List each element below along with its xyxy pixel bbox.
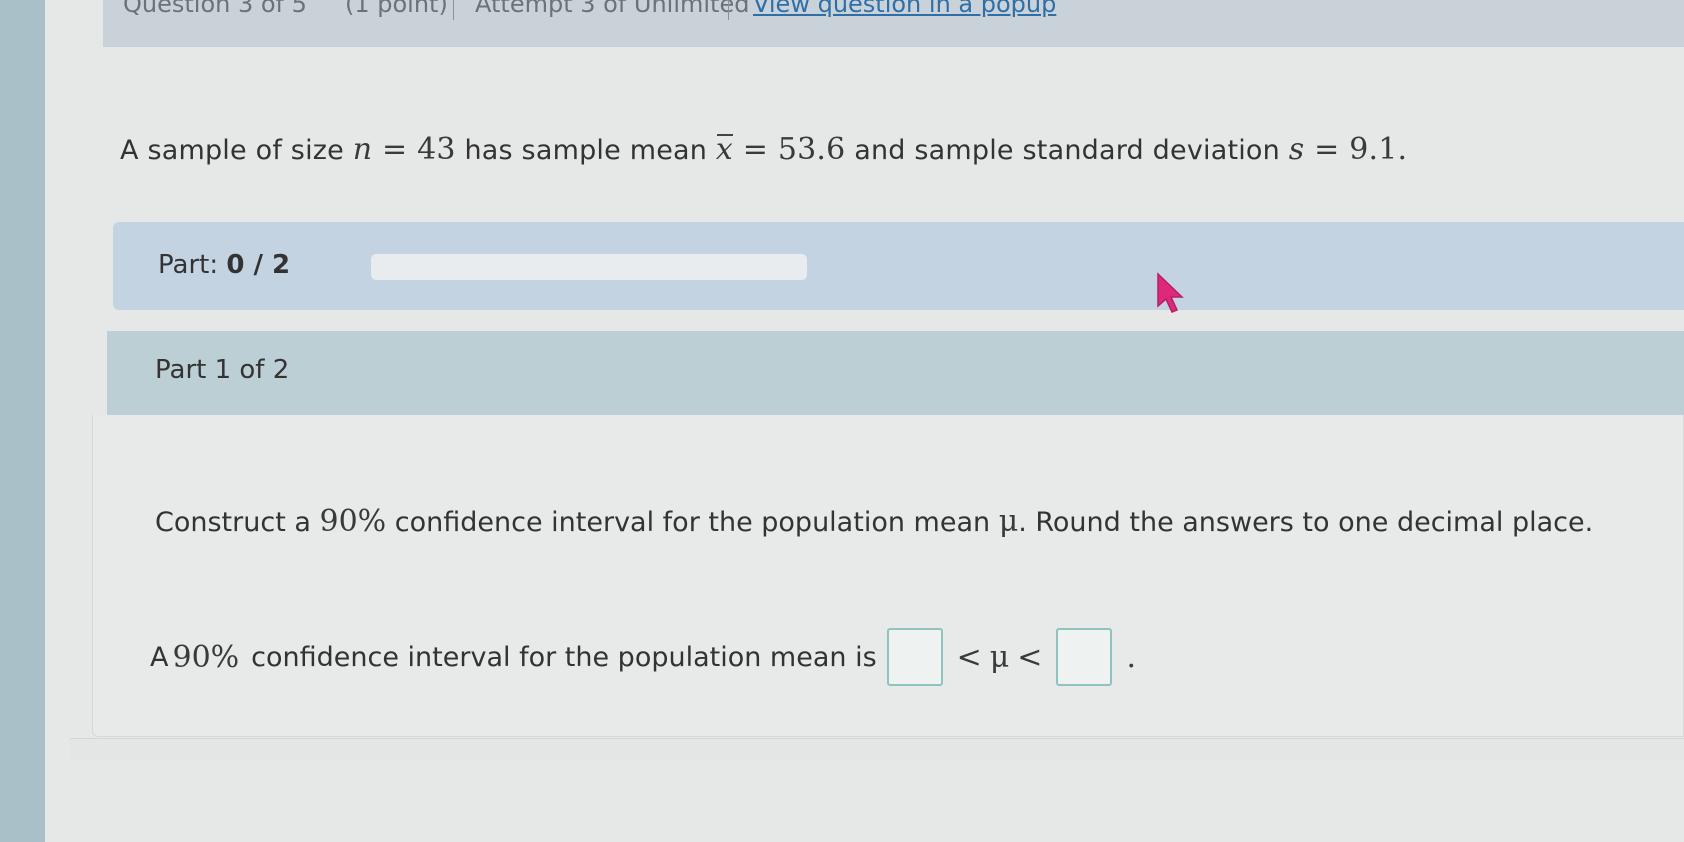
equals-sign: = xyxy=(733,132,778,167)
x-bar-variable: x xyxy=(715,132,734,167)
instruction-part: confidence interval for the population m… xyxy=(386,507,999,538)
pointer-cursor-icon xyxy=(1157,272,1184,313)
mu-symbol: μ xyxy=(989,639,1010,675)
sample-sd-value: 9.1 xyxy=(1349,132,1398,167)
prompt-text: A sample of size xyxy=(120,135,353,166)
part-header: Part 1 of 2 xyxy=(107,331,1684,415)
progress-track xyxy=(371,254,807,280)
view-in-popup-link[interactable]: View question in a popup xyxy=(753,0,1056,18)
attempt-counter: Attempt 3 of Unlimited xyxy=(475,0,750,18)
part-content-panel xyxy=(92,415,1684,737)
sample-mean-value: 53.6 xyxy=(777,132,846,167)
mu-symbol: μ xyxy=(998,504,1019,539)
answer-confidence-level: 90% xyxy=(172,639,240,675)
header-divider xyxy=(453,0,454,20)
less-than-sign: < xyxy=(1017,639,1043,675)
instruction-text: Construct a 90% confidence interval for … xyxy=(155,502,1595,543)
part-progress-label: Part: 0 / 2 xyxy=(158,250,290,280)
upper-bound-input[interactable] xyxy=(1056,628,1113,686)
question-number: Question 3 of 5 xyxy=(123,0,307,18)
instruction-part: Construct a xyxy=(155,507,320,538)
question-points: (1 point) xyxy=(345,0,448,18)
lower-bound-input[interactable] xyxy=(886,628,943,686)
header-divider xyxy=(728,0,729,20)
prompt-text: and sample standard deviation xyxy=(845,135,1289,166)
answer-text: A xyxy=(150,641,169,673)
part-progress-value: 0 / 2 xyxy=(226,250,291,280)
part-progress-bar: Part: 0 / 2 xyxy=(113,222,1684,310)
prompt-text: has sample mean xyxy=(455,135,716,166)
period: . xyxy=(1397,132,1408,167)
part-progress-prefix: Part: xyxy=(158,250,227,280)
sample-size-value: 43 xyxy=(417,132,456,167)
equals-sign: = xyxy=(1304,132,1350,167)
confidence-level: 90% xyxy=(319,504,387,539)
answer-text: confidence interval for the population m… xyxy=(251,641,877,673)
question-header-bar: Question 3 of 5 (1 point) Attempt 3 of U… xyxy=(103,0,1684,47)
period: . xyxy=(1126,639,1136,675)
equals-sign: = xyxy=(372,132,418,167)
n-variable: n xyxy=(352,132,373,167)
part-header-label: Part 1 of 2 xyxy=(155,355,290,385)
less-than-sign: < xyxy=(956,639,982,675)
instruction-part: . Round the answers to one decimal place… xyxy=(1018,507,1594,538)
s-variable: s xyxy=(1288,132,1305,167)
problem-statement: A sample of size n = 43 has sample mean … xyxy=(120,132,1407,167)
answer-line: A 90% confidence interval for the popula… xyxy=(150,628,1140,686)
panel-bottom-edge xyxy=(70,738,1684,760)
